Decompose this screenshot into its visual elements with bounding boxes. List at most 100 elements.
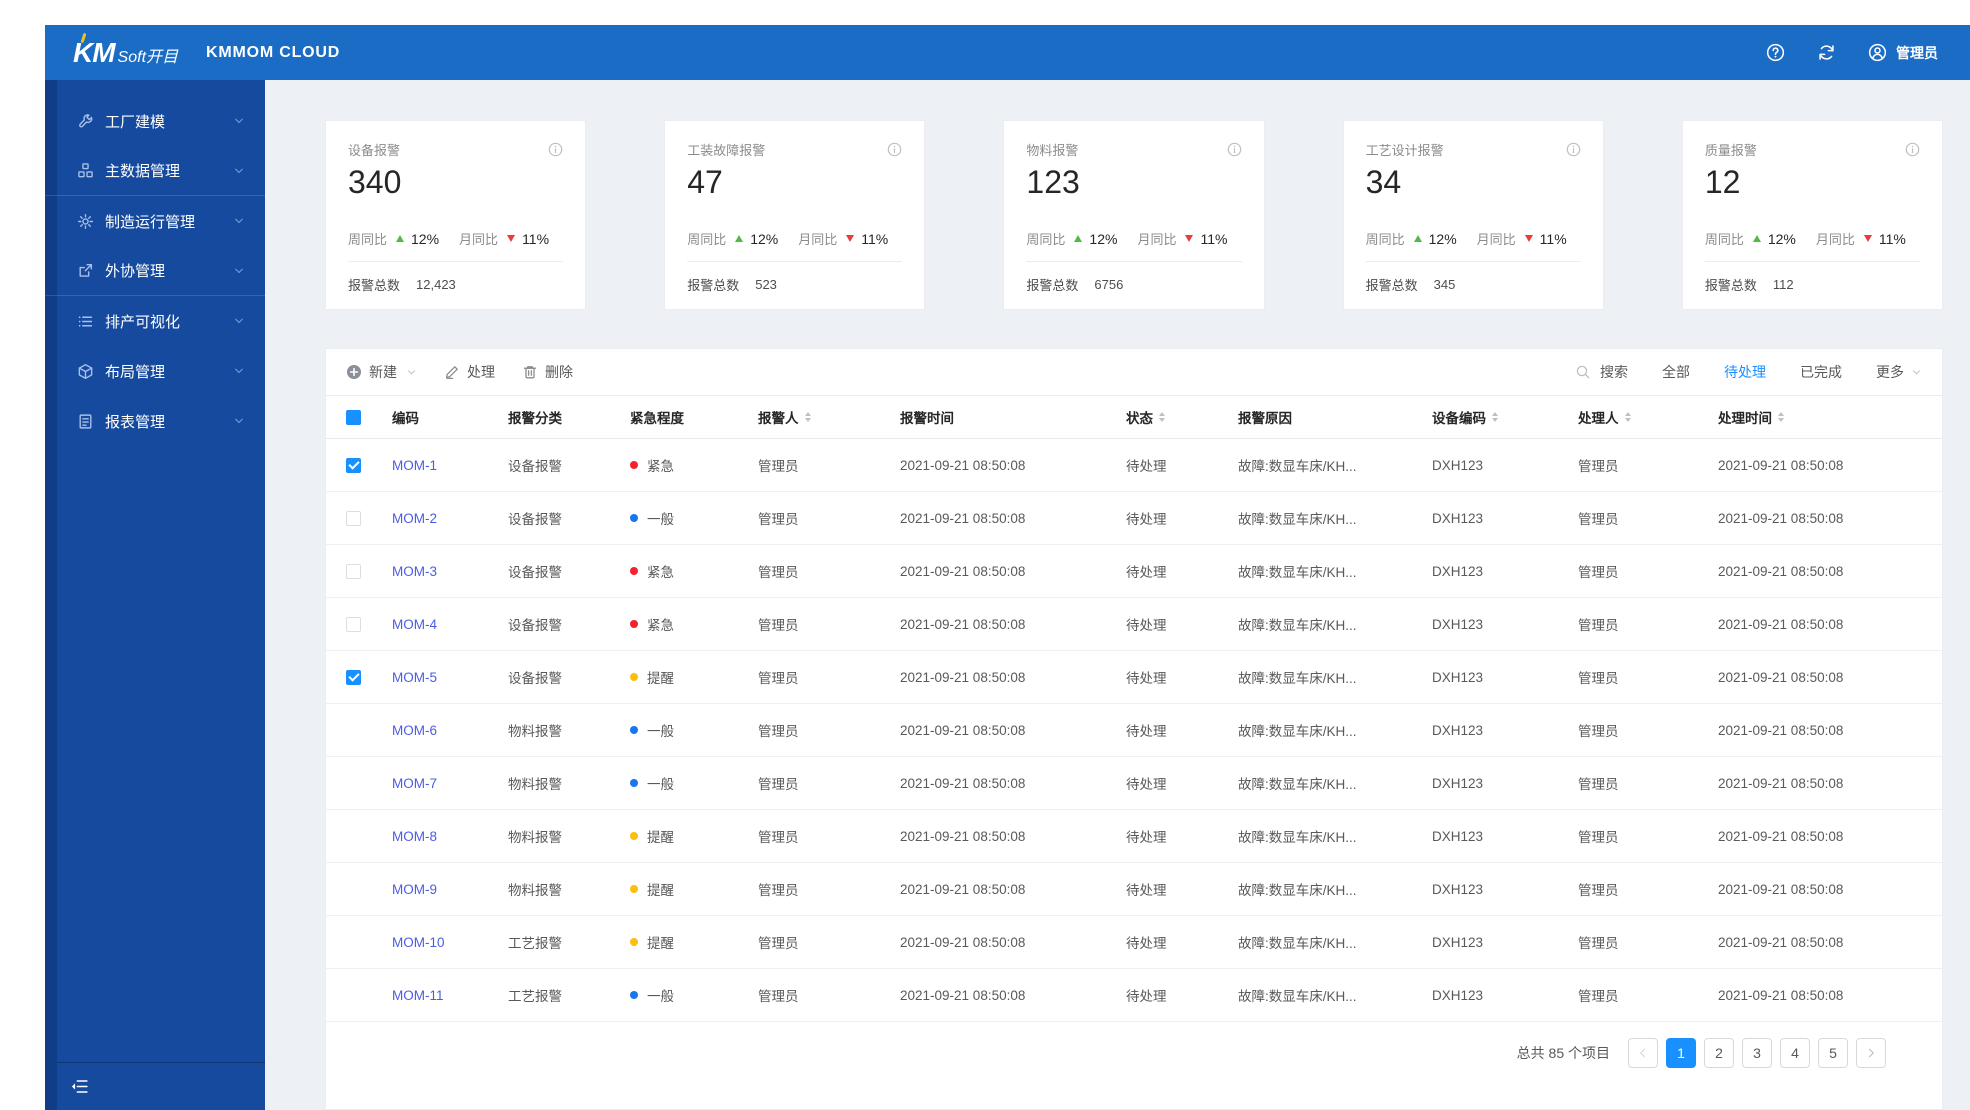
status: 待处理 (1126, 989, 1167, 1004)
page-button[interactable]: 2 (1704, 1038, 1734, 1068)
chevron-down-icon (233, 365, 245, 377)
more-button[interactable]: 更多 (1876, 362, 1922, 382)
sidebar-item-scheduling-visual[interactable]: 排产可视化 (45, 296, 265, 346)
search-button[interactable]: 搜索 (1575, 362, 1628, 382)
collapse-icon[interactable] (70, 1077, 89, 1096)
alarm-code-link[interactable]: MOM-8 (392, 829, 437, 844)
sort-icon[interactable] (804, 412, 811, 422)
week-ratio-label: 周同比 (1026, 232, 1066, 247)
sort-icon[interactable] (1492, 412, 1498, 422)
handler: 管理员 (1578, 618, 1619, 633)
info-icon[interactable] (1905, 142, 1920, 157)
sort-icon[interactable] (1624, 412, 1631, 422)
alarm-code-link[interactable]: MOM-6 (392, 723, 437, 738)
select-all-checkbox[interactable] (346, 409, 361, 425)
week-ratio-value: 12% (411, 230, 440, 247)
sidebar-item-outsourcing[interactable]: 外协管理 (45, 246, 265, 296)
column-header-9[interactable]: 处理时间 (1718, 407, 1922, 427)
column-header-5[interactable]: 状态 (1126, 407, 1238, 427)
handler: 管理员 (1578, 883, 1619, 898)
month-ratio-value: 11% (522, 230, 550, 247)
handle-time: 2021-09-21 08:50:08 (1718, 775, 1844, 791)
reporter: 管理员 (758, 512, 799, 527)
row-checkbox[interactable] (346, 669, 361, 685)
alarm-code-link[interactable]: MOM-7 (392, 776, 437, 791)
column-header-3[interactable]: 报警人 (758, 407, 900, 427)
sort-icon[interactable] (1778, 412, 1784, 422)
stat-card-ratios: 周同比 12% 月同比 11% (687, 229, 902, 248)
urgency-dot-icon (630, 832, 638, 840)
info-icon[interactable] (548, 142, 563, 157)
sidebar-item-reports[interactable]: 报表管理 (45, 396, 265, 446)
sidebar-item-layout[interactable]: 布局管理 (45, 346, 265, 396)
user-menu[interactable]: 管理员 (1868, 43, 1938, 63)
urgency-dot-icon (630, 991, 638, 999)
urgency-dot-icon (630, 726, 638, 734)
row-checkbox[interactable] (346, 563, 361, 579)
page-button[interactable]: 1 (1666, 1038, 1696, 1068)
top-header: KM Soft开目 KMMOM CLOUD 管理员 (45, 25, 1970, 80)
next-page-button[interactable] (1856, 1038, 1886, 1068)
filter-0[interactable]: 全部 (1662, 362, 1690, 382)
column-label: 报警分类 (508, 411, 562, 426)
delete-button[interactable]: 删除 (522, 362, 573, 382)
row-checkbox[interactable] (346, 457, 361, 473)
column-header-0: 编码 (392, 407, 508, 427)
urgency-cell: 紧急 (630, 614, 758, 634)
refresh-icon[interactable] (1817, 43, 1836, 62)
device-code: DXH123 (1432, 616, 1484, 632)
page-button[interactable]: 4 (1780, 1038, 1810, 1068)
alarm-reason: 故障:数显车床/KH... (1238, 830, 1357, 845)
alarm-code-link[interactable]: MOM-9 (392, 882, 437, 897)
alarm-code-link[interactable]: MOM-5 (392, 670, 437, 685)
sidebar-item-factory-modeling[interactable]: 工厂建模 (45, 96, 265, 146)
prev-page-button[interactable] (1628, 1038, 1658, 1068)
column-label: 报警时间 (900, 411, 954, 426)
alarm-code-link[interactable]: MOM-1 (392, 458, 437, 473)
alarm-code-link[interactable]: MOM-11 (392, 988, 444, 1003)
alarm-code-link[interactable]: MOM-10 (392, 935, 445, 950)
urgency-dot-icon (630, 567, 638, 575)
filter-2[interactable]: 已完成 (1800, 362, 1842, 382)
urgency-label: 一般 (647, 989, 674, 1004)
column-header-8[interactable]: 处理人 (1578, 407, 1718, 427)
sort-icon[interactable] (1159, 412, 1165, 422)
row-checkbox[interactable] (346, 616, 361, 632)
column-header-7[interactable]: 设备编码 (1432, 407, 1578, 427)
status: 待处理 (1126, 936, 1167, 951)
alarm-code-link[interactable]: MOM-3 (392, 564, 437, 579)
pagination: 总共 85 个项目 1 2 3 4 5 (326, 1022, 1942, 1084)
alarm-code-link[interactable]: MOM-2 (392, 511, 437, 526)
app-window: KM Soft开目 KMMOM CLOUD 管理员 工厂建模 主数据管理 制造运… (45, 25, 1970, 1110)
urgency-cell: 紧急 (630, 561, 758, 581)
urgency-label: 一般 (647, 777, 674, 792)
page-button[interactable]: 5 (1818, 1038, 1848, 1068)
user-name: 管理员 (1896, 44, 1938, 61)
sidebar-item-label: 主数据管理 (105, 163, 181, 180)
new-button[interactable]: 新建 (346, 362, 417, 382)
filter-1[interactable]: 待处理 (1724, 362, 1766, 382)
help-icon[interactable] (1766, 43, 1785, 62)
sidebar-item-manufacturing-ops[interactable]: 制造运行管理 (45, 196, 265, 246)
chevron-down-icon (1911, 367, 1922, 378)
row-checkbox[interactable] (346, 510, 361, 526)
arrow-up-icon (1074, 235, 1083, 242)
chevron-down-icon (233, 215, 245, 227)
sidebar-item-master-data[interactable]: 主数据管理 (45, 146, 265, 196)
info-icon[interactable] (1227, 142, 1242, 157)
alarm-category: 工艺报警 (508, 936, 562, 951)
column-label: 状态 (1126, 411, 1153, 426)
alarm-category: 设备报警 (508, 671, 562, 686)
info-icon[interactable] (887, 142, 902, 157)
device-code: DXH123 (1432, 457, 1484, 473)
alarm-time: 2021-09-21 08:50:08 (900, 616, 1026, 632)
info-icon[interactable] (1566, 142, 1581, 157)
outsource-icon (77, 262, 94, 279)
urgency-cell: 一般 (630, 773, 758, 793)
week-ratio-label: 周同比 (687, 232, 727, 247)
process-button[interactable]: 处理 (444, 362, 495, 382)
reporter: 管理员 (758, 936, 799, 951)
week-ratio-value: 12% (1428, 230, 1457, 247)
alarm-code-link[interactable]: MOM-4 (392, 617, 437, 632)
page-button[interactable]: 3 (1742, 1038, 1772, 1068)
